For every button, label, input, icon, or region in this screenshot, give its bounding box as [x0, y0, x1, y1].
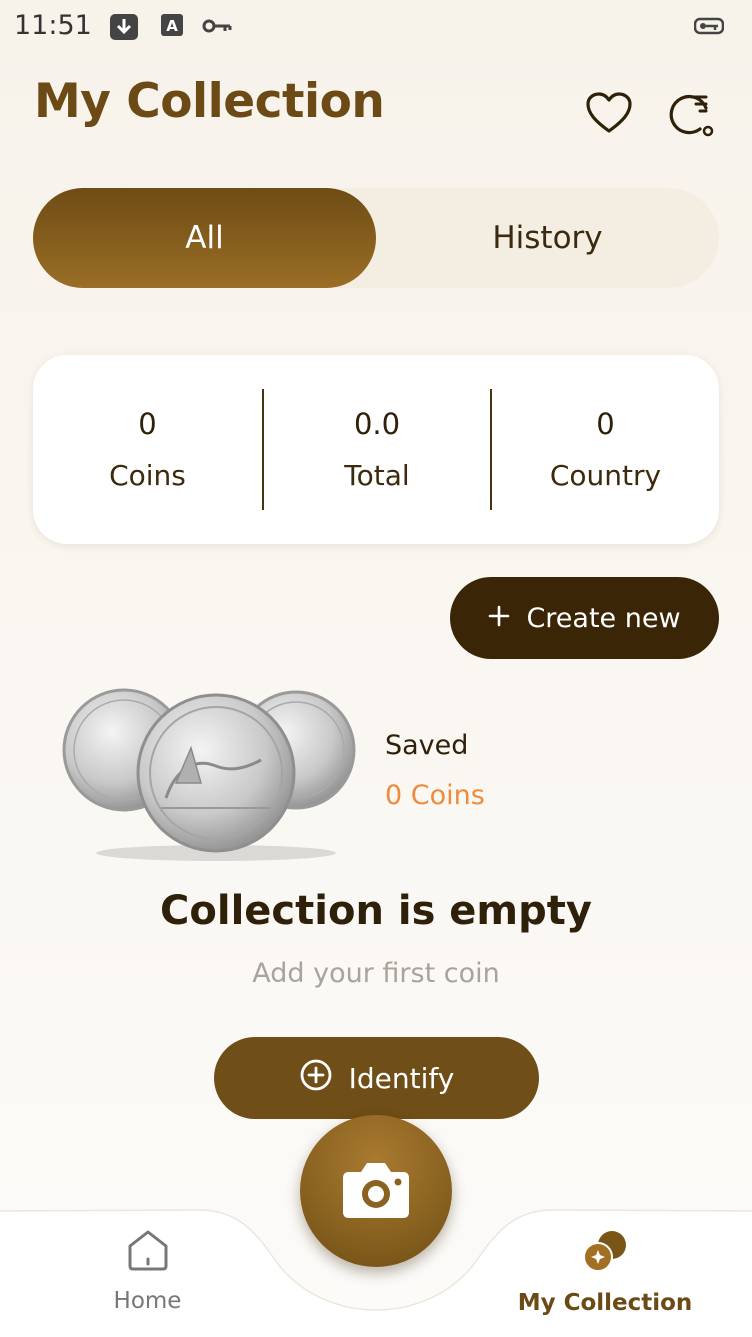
- empty-state-subtitle: Add your first coin: [252, 958, 500, 989]
- nav-home-label: Home: [113, 1288, 182, 1314]
- stat-value: 0.0: [353, 407, 401, 441]
- key-icon: [202, 18, 232, 38]
- stat-country: 0 Country: [492, 355, 719, 544]
- camera-button[interactable]: [300, 1115, 452, 1267]
- folder-count: 0 Coins: [385, 780, 485, 811]
- nav-my-collection[interactable]: My Collection: [500, 1228, 710, 1316]
- stat-label: Total: [344, 459, 410, 492]
- page-title: My Collection: [34, 74, 385, 129]
- stat-value: 0: [596, 407, 615, 441]
- tab-all[interactable]: All: [33, 188, 376, 288]
- favorites-button[interactable]: [582, 88, 636, 142]
- folder-title: Saved: [385, 730, 469, 761]
- stat-label: Country: [549, 459, 662, 492]
- stat-value: 0: [138, 407, 157, 441]
- nav-my-collection-label: My Collection: [517, 1290, 693, 1316]
- stat-label: Coins: [109, 459, 186, 492]
- vpn-key-icon: [693, 16, 725, 40]
- coins-icon: [581, 1228, 629, 1278]
- plus-circle-icon: [299, 1058, 333, 1099]
- create-new-button[interactable]: Create new: [450, 577, 719, 659]
- empty-state-title: Collection is empty: [160, 888, 592, 934]
- stats-card: 0 Coins 0.0 Total 0 Country: [33, 355, 719, 544]
- create-new-label: Create new: [526, 602, 681, 634]
- stat-coins: 0 Coins: [33, 355, 262, 544]
- camera-icon: [341, 1158, 411, 1224]
- stat-total: 0.0 Total: [264, 355, 490, 544]
- collection-tabs: All History: [33, 188, 719, 288]
- sort-button[interactable]: [664, 88, 718, 142]
- identify-button[interactable]: Identify: [214, 1037, 539, 1119]
- sort-icon: [666, 88, 716, 142]
- download-box-icon: [109, 12, 139, 46]
- svg-text:A: A: [166, 17, 178, 35]
- translate-icon: A: [160, 12, 184, 42]
- home-icon: [125, 1228, 171, 1276]
- saved-folder-thumbnail[interactable]: [56, 688, 366, 863]
- heart-icon: [585, 91, 633, 139]
- status-bar: 11:51 A: [0, 0, 752, 56]
- status-time: 11:51: [14, 10, 92, 41]
- tab-history[interactable]: History: [376, 188, 719, 288]
- plus-icon: [488, 603, 510, 634]
- identify-label: Identify: [348, 1061, 455, 1095]
- nav-home[interactable]: Home: [90, 1228, 205, 1314]
